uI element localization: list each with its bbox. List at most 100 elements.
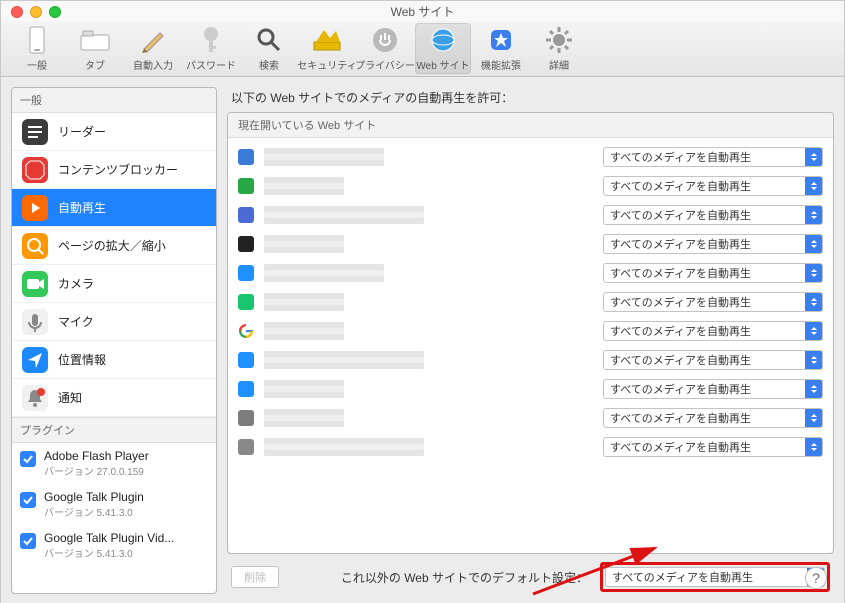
plugin-name: Google Talk Plugin Vid... (44, 531, 174, 545)
camera-icon (22, 271, 48, 297)
sidebar: 一般 リーダーコンテンツブロッカー自動再生ページの拡大／縮小カメラマイク位置情報… (11, 87, 217, 594)
site-row[interactable]: すべてのメディアを自動再生 (228, 403, 833, 432)
passwords-icon (196, 25, 226, 55)
chevron-up-down-icon (805, 380, 822, 398)
dropdown-value: すべてのメディアを自動再生 (610, 323, 751, 339)
advanced-icon (544, 25, 574, 55)
site-row[interactable]: すべてのメディアを自動再生 (228, 258, 833, 287)
plugin-item[interactable]: Adobe Flash Playerバージョン 27.0.0.159 (12, 443, 216, 484)
site-row[interactable]: すべてのメディアを自動再生 (228, 432, 833, 461)
sidebar-item-location[interactable]: 位置情報 (12, 341, 216, 379)
sidebar-item-content-blockers[interactable]: コンテンツブロッカー (12, 151, 216, 189)
site-host-redacted (264, 293, 344, 311)
remove-button[interactable]: 削除 (231, 566, 279, 588)
site-host-redacted (264, 409, 344, 427)
site-policy-dropdown[interactable]: すべてのメディアを自動再生 (603, 321, 823, 341)
sidebar-item-label: カメラ (58, 275, 94, 292)
general-icon (22, 25, 52, 55)
toolbar-label: 一般 (27, 57, 47, 72)
site-policy-dropdown[interactable]: すべてのメディアを自動再生 (603, 350, 823, 370)
sidebar-item-microphone[interactable]: マイク (12, 303, 216, 341)
tabs-icon (80, 25, 110, 55)
dropdown-value: すべてのメディアを自動再生 (610, 410, 751, 426)
sidebar-item-notifications[interactable]: 通知 (12, 379, 216, 417)
dropdown-value: すべてのメディアを自動再生 (610, 265, 751, 281)
site-row[interactable]: すべてのメディアを自動再生 (228, 171, 833, 200)
site-policy-dropdown[interactable]: すべてのメディアを自動再生 (603, 205, 823, 225)
site-row[interactable]: すべてのメディアを自動再生 (228, 316, 833, 345)
plugin-checkbox[interactable] (20, 451, 36, 467)
favicon-icon (238, 439, 254, 455)
plugin-item[interactable]: Google Talk Plugin Vid...バージョン 5.41.3.0 (12, 525, 216, 566)
favicon-icon (238, 294, 254, 310)
dropdown-value: すべてのメディアを自動再生 (610, 381, 751, 397)
plugin-checkbox[interactable] (20, 492, 36, 508)
toolbar-label: パスワード (186, 57, 236, 72)
toolbar-passwords[interactable]: パスワード (183, 23, 239, 74)
site-policy-dropdown[interactable]: すべてのメディアを自動再生 (603, 147, 823, 167)
chevron-up-down-icon (805, 177, 822, 195)
favicon-icon (238, 149, 254, 165)
site-policy-dropdown[interactable]: すべてのメディアを自動再生 (603, 234, 823, 254)
toolbar-general[interactable]: 一般 (9, 23, 65, 74)
dropdown-value: すべてのメディアを自動再生 (612, 569, 753, 585)
favicon-icon (238, 352, 254, 368)
site-host-redacted (264, 380, 344, 398)
toolbar-privacy[interactable]: プライバシー (357, 23, 413, 74)
toolbar-label: セキュリティ (297, 57, 356, 72)
toolbar-label: 自動入力 (133, 57, 173, 72)
sidebar-item-page-zoom[interactable]: ページの拡大／縮小 (12, 227, 216, 265)
site-policy-dropdown[interactable]: すべてのメディアを自動再生 (603, 408, 823, 428)
favicon-icon (238, 410, 254, 426)
favicon-icon (238, 207, 254, 223)
preferences-toolbar: 一般 タブ 自動入力パスワード検索セキュリティプライバシーWeb サイト機能拡張詳細 (1, 21, 844, 77)
titlebar: Web サイト (1, 1, 844, 21)
security-icon (312, 25, 342, 55)
search-icon (254, 25, 284, 55)
bell-icon (22, 385, 48, 411)
site-row[interactable]: すべてのメディアを自動再生 (228, 374, 833, 403)
autofill-icon (138, 25, 168, 55)
default-policy-dropdown[interactable]: すべてのメディアを自動再生 (605, 567, 825, 587)
site-list[interactable]: すべてのメディアを自動再生すべてのメディアを自動再生すべてのメディアを自動再生す… (228, 138, 833, 553)
sidebar-item-label: コンテンツブロッカー (58, 161, 178, 178)
toolbar-autofill[interactable]: 自動入力 (125, 23, 181, 74)
site-policy-dropdown[interactable]: すべてのメディアを自動再生 (603, 292, 823, 312)
toolbar-search[interactable]: 検索 (241, 23, 297, 74)
site-row[interactable]: すべてのメディアを自動再生 (228, 142, 833, 171)
plugin-checkbox[interactable] (20, 533, 36, 549)
main-panel: 以下の Web サイトでのメディアの自動再生を許可： 現在開いている Web サ… (227, 87, 834, 594)
sidebar-item-label: リーダー (58, 123, 106, 140)
site-policy-dropdown[interactable]: すべてのメディアを自動再生 (603, 379, 823, 399)
default-setting-label: これ以外の Web サイトでのデフォルト設定： (291, 569, 588, 586)
toolbar-advanced[interactable]: 詳細 (531, 23, 587, 74)
plugin-version: バージョン 5.41.3.0 (44, 545, 174, 560)
websites-icon (428, 25, 458, 55)
toolbar-extensions[interactable]: 機能拡張 (473, 23, 529, 74)
main-header: 以下の Web サイトでのメディアの自動再生を許可： (227, 87, 834, 112)
help-button[interactable]: ? (805, 567, 827, 589)
dropdown-value: すべてのメディアを自動再生 (610, 439, 751, 455)
site-host-redacted (264, 206, 424, 224)
site-list-box: 現在開いている Web サイト すべてのメディアを自動再生すべてのメディアを自動… (227, 112, 834, 554)
site-row[interactable]: すべてのメディアを自動再生 (228, 287, 833, 316)
dropdown-value: すべてのメディアを自動再生 (610, 236, 751, 252)
toolbar-label: タブ (85, 57, 105, 72)
default-dropdown-highlight: すべてのメディアを自動再生 (600, 562, 830, 592)
sidebar-item-camera[interactable]: カメラ (12, 265, 216, 303)
sidebar-item-autoplay[interactable]: 自動再生 (12, 189, 216, 227)
site-row[interactable]: すべてのメディアを自動再生 (228, 345, 833, 374)
window-title: Web サイト (1, 3, 844, 20)
toolbar-label: プライバシー (355, 57, 415, 72)
site-row[interactable]: すべてのメディアを自動再生 (228, 200, 833, 229)
plugin-item[interactable]: Google Talk Pluginバージョン 5.41.3.0 (12, 484, 216, 525)
site-policy-dropdown[interactable]: すべてのメディアを自動再生 (603, 437, 823, 457)
site-row[interactable]: すべてのメディアを自動再生 (228, 229, 833, 258)
toolbar-websites[interactable]: Web サイト (415, 23, 471, 74)
sidebar-item-reader[interactable]: リーダー (12, 113, 216, 151)
toolbar-tabs[interactable]: タブ (67, 23, 123, 74)
site-policy-dropdown[interactable]: すべてのメディアを自動再生 (603, 263, 823, 283)
toolbar-security[interactable]: セキュリティ (299, 23, 355, 74)
site-policy-dropdown[interactable]: すべてのメディアを自動再生 (603, 176, 823, 196)
dropdown-value: すべてのメディアを自動再生 (610, 294, 751, 310)
